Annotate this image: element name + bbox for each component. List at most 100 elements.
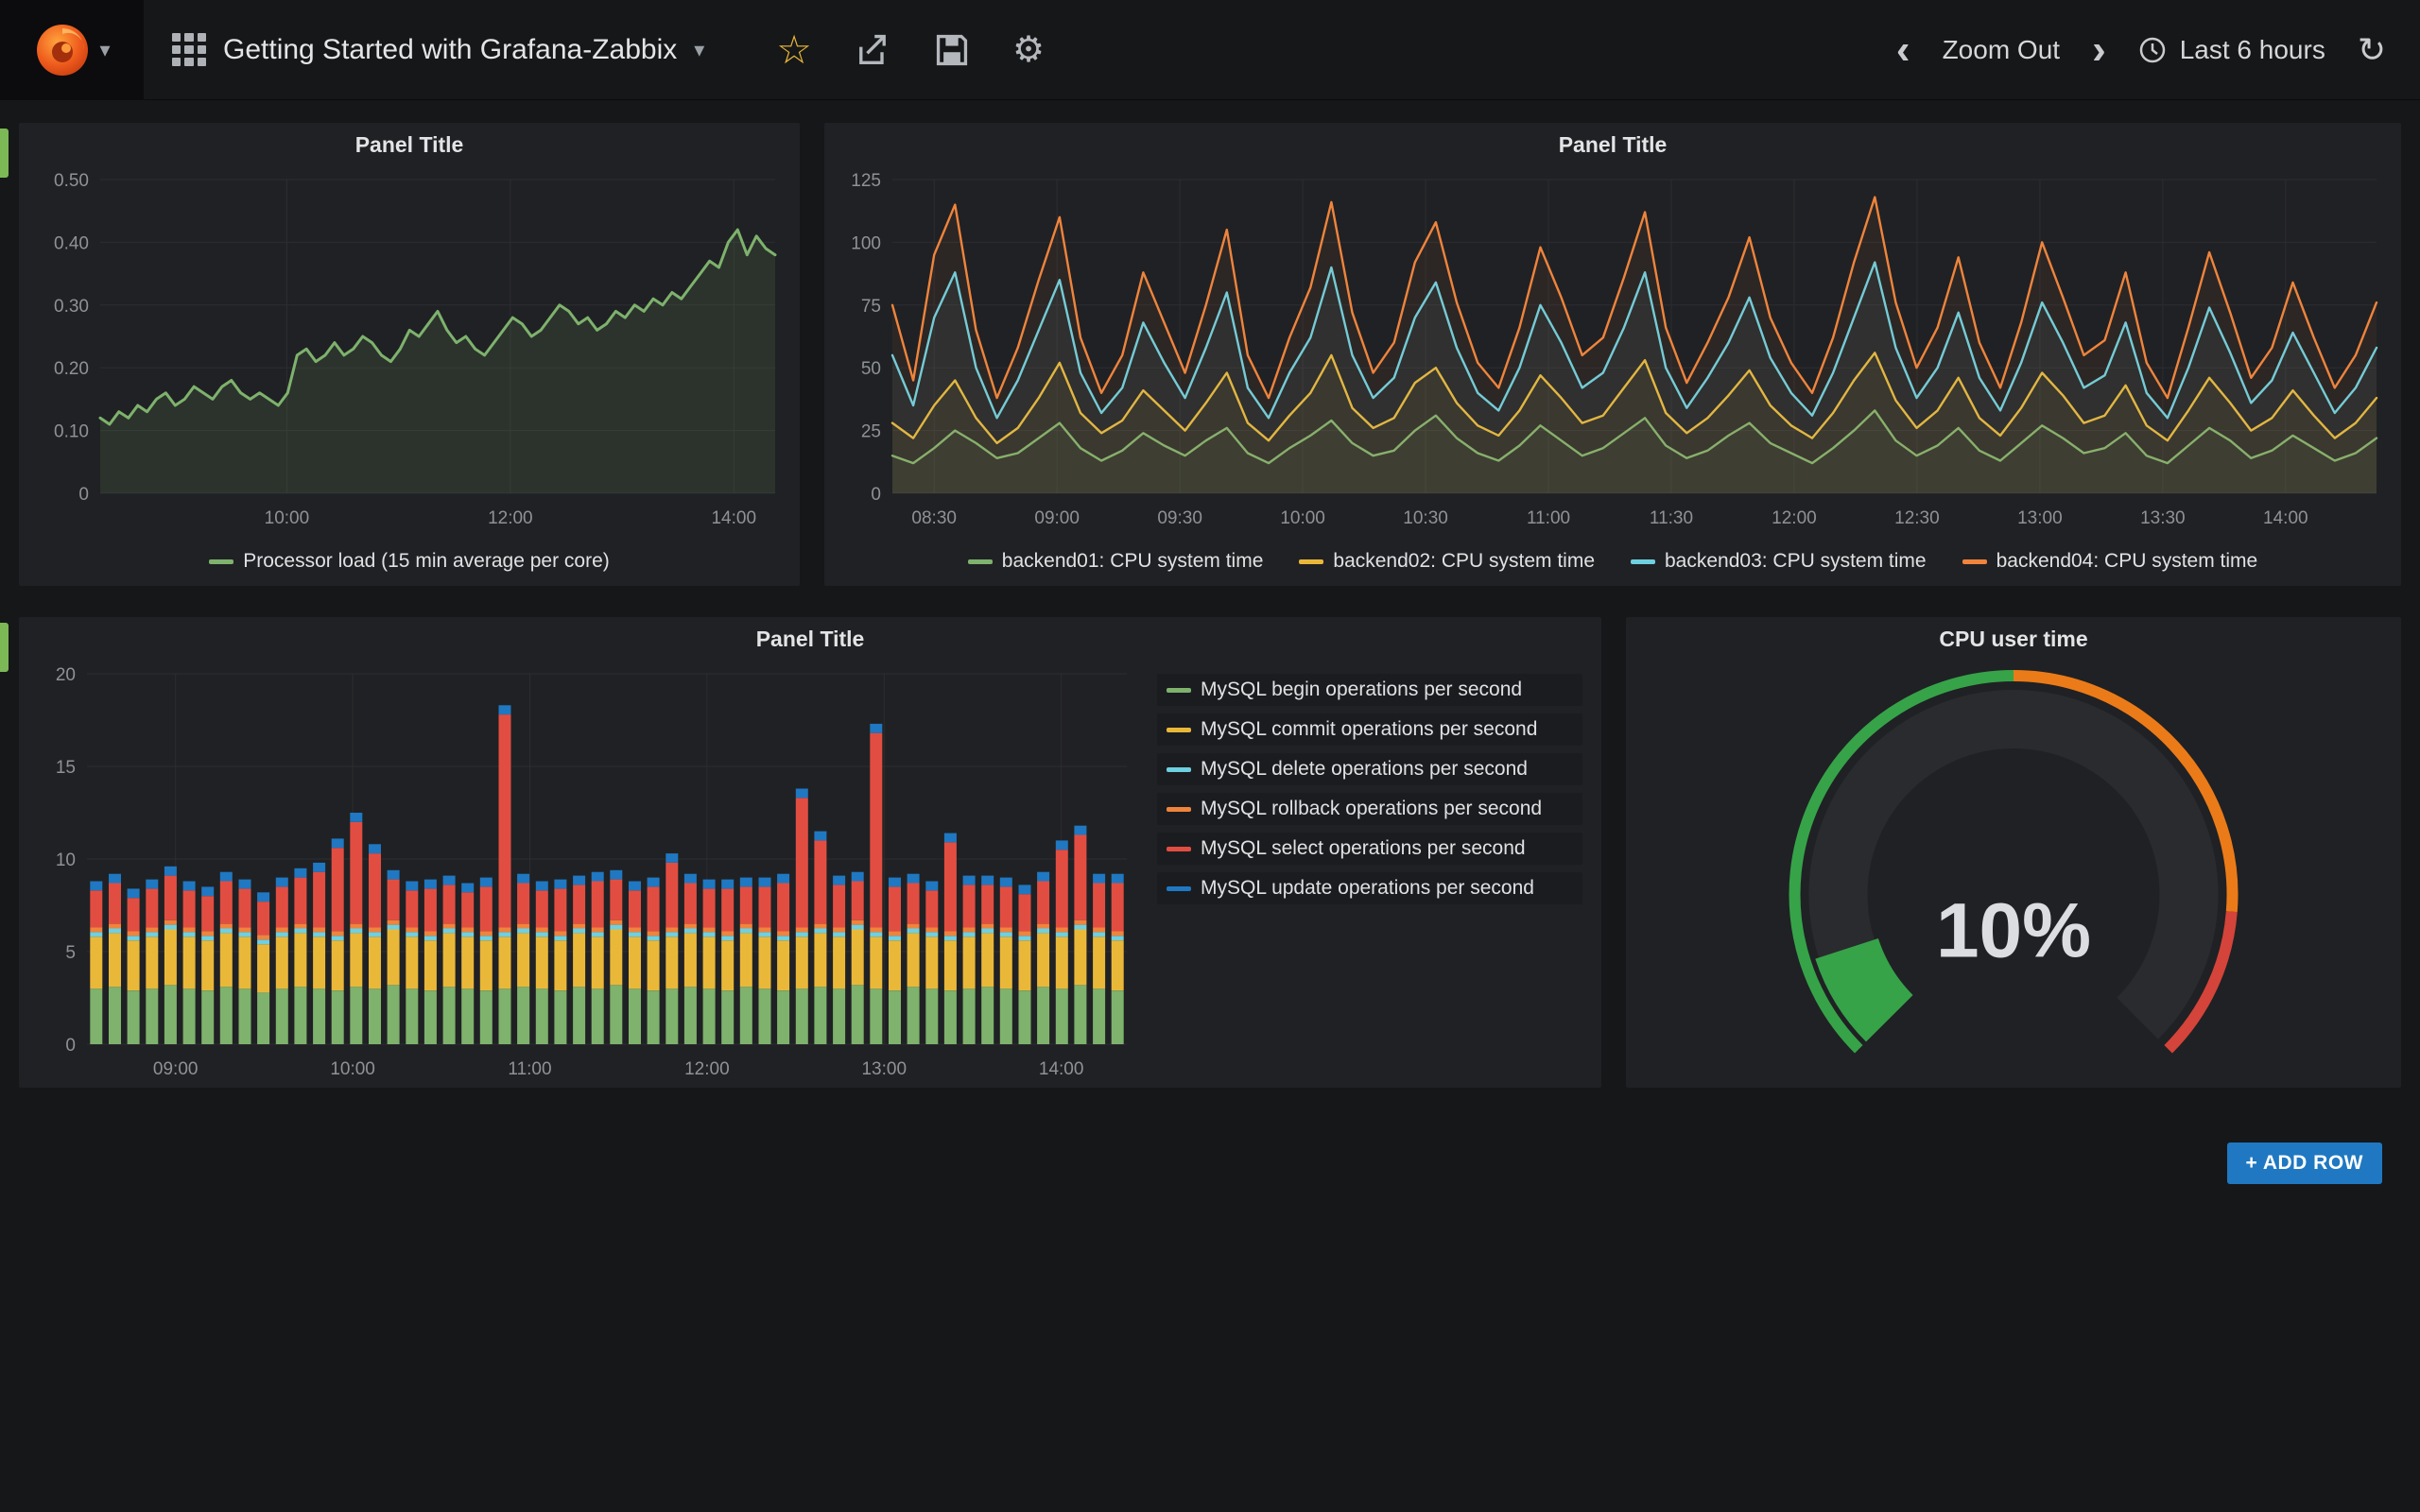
svg-text:0: 0 — [871, 485, 881, 505]
chart-legend: Processor load (15 min average per core) — [19, 537, 800, 586]
caret-down-icon: ▾ — [694, 40, 704, 60]
svg-text:100: 100 — [851, 233, 881, 253]
panel-processor-load: Panel Title 10:0012:0014:0000.100.200.30… — [19, 123, 800, 586]
legend-item[interactable]: MySQL commit operations per second — [1157, 713, 1582, 746]
panel-title[interactable]: CPU user time — [1626, 617, 2401, 661]
legend-color-dash — [1299, 559, 1323, 564]
svg-text:13:00: 13:00 — [2017, 508, 2063, 528]
dashboard-actions: ☆ ⚙ — [776, 30, 1045, 70]
clock-icon — [2138, 36, 2167, 64]
svg-text:20: 20 — [56, 665, 76, 685]
legend-label: MySQL rollback operations per second — [1201, 798, 1542, 820]
legend-color-dash — [1962, 559, 1987, 564]
mysql-operations-chart[interactable]: 09:0010:0011:0012:0013:0014:0005101520 — [34, 661, 1142, 1088]
panel-title[interactable]: Panel Title — [19, 617, 1601, 661]
dashboard-title: Getting Started with Grafana-Zabbix — [223, 34, 677, 66]
dashboard-row-1: Panel Title 10:0012:0014:0000.100.200.30… — [19, 123, 2401, 586]
row-toggle-handle[interactable] — [0, 623, 9, 672]
legend-label: MySQL begin operations per second — [1201, 679, 1522, 701]
legend-item[interactable]: Processor load (15 min average per core) — [209, 550, 610, 573]
add-row-button[interactable]: + ADD ROW — [2227, 1143, 2382, 1184]
svg-text:125: 125 — [851, 171, 881, 191]
dashboard-footer: + ADD ROW — [19, 1119, 2401, 1184]
chart-legend: MySQL begin operations per second MySQL c… — [1150, 661, 1594, 1088]
panel-mysql-operations: Panel Title 09:0010:0011:0012:0013:0014:… — [19, 617, 1601, 1088]
svg-text:0.10: 0.10 — [54, 422, 89, 442]
svg-text:12:00: 12:00 — [488, 508, 533, 528]
settings-icon[interactable]: ⚙ — [1012, 32, 1045, 68]
legend-color-dash — [1167, 847, 1191, 851]
share-icon[interactable] — [854, 31, 891, 69]
svg-text:10%: 10% — [1936, 888, 2091, 974]
svg-text:12:00: 12:00 — [1772, 508, 1817, 528]
legend-color-dash — [1167, 807, 1191, 812]
panel-title[interactable]: Panel Title — [824, 123, 2401, 166]
svg-text:10: 10 — [56, 850, 76, 870]
legend-item[interactable]: backend04: CPU system time — [1962, 550, 2258, 573]
svg-text:08:30: 08:30 — [911, 508, 957, 528]
svg-text:0.40: 0.40 — [54, 233, 89, 253]
legend-label: MySQL update operations per second — [1201, 877, 1534, 900]
svg-text:10:00: 10:00 — [1280, 508, 1325, 528]
grafana-logo-button[interactable]: ▾ — [0, 0, 144, 100]
svg-text:11:00: 11:00 — [508, 1059, 551, 1079]
dashboard-grid-icon — [172, 33, 206, 67]
time-range-label: Last 6 hours — [2180, 35, 2325, 65]
legend-label: MySQL select operations per second — [1201, 837, 1526, 860]
navbar: ▾ Getting Started with Grafana-Zabbix ▾ … — [0, 0, 2420, 100]
svg-text:0: 0 — [65, 1036, 76, 1056]
processor-load-chart[interactable]: 10:0012:0014:0000.100.200.300.400.50 — [26, 166, 792, 537]
legend-item[interactable]: MySQL delete operations per second — [1157, 753, 1582, 785]
cpu-system-chart[interactable]: 08:3009:0009:3010:0010:3011:0011:3012:00… — [832, 166, 2394, 537]
zoom-out-button[interactable]: Zoom Out — [1943, 35, 2060, 65]
time-picker-button[interactable]: Last 6 hours — [2138, 35, 2325, 65]
svg-text:5: 5 — [65, 943, 76, 963]
dashboard-picker-button[interactable]: Getting Started with Grafana-Zabbix ▾ — [144, 33, 733, 67]
legend-label: backend01: CPU system time — [1002, 550, 1264, 573]
legend-color-dash — [209, 559, 233, 564]
svg-text:14:00: 14:00 — [711, 508, 756, 528]
refresh-icon[interactable]: ↻ — [2358, 33, 2386, 67]
legend-item[interactable]: backend01: CPU system time — [968, 550, 1264, 573]
svg-text:0: 0 — [78, 485, 89, 505]
star-icon[interactable]: ☆ — [776, 30, 812, 70]
svg-text:14:00: 14:00 — [1039, 1059, 1084, 1079]
legend-label: backend02: CPU system time — [1333, 550, 1595, 573]
svg-text:10:30: 10:30 — [1403, 508, 1448, 528]
legend-color-dash — [1167, 886, 1191, 891]
svg-text:0.50: 0.50 — [54, 171, 89, 191]
svg-text:75: 75 — [861, 297, 881, 317]
legend-item[interactable]: MySQL update operations per second — [1157, 872, 1582, 904]
dashboard-row-2: Panel Title 09:0010:0011:0012:0013:0014:… — [19, 617, 2401, 1088]
panel-cpu-system: Panel Title 08:3009:0009:3010:0010:3011:… — [824, 123, 2401, 586]
dashboard-grid: Panel Title 10:0012:0014:0000.100.200.30… — [0, 100, 2420, 1184]
legend-color-dash — [1167, 767, 1191, 772]
legend-color-dash — [968, 559, 993, 564]
svg-text:09:30: 09:30 — [1157, 508, 1202, 528]
legend-label: backend04: CPU system time — [1996, 550, 2258, 573]
svg-text:13:00: 13:00 — [861, 1059, 907, 1079]
legend-item[interactable]: MySQL begin operations per second — [1157, 674, 1582, 706]
legend-item[interactable]: backend02: CPU system time — [1299, 550, 1595, 573]
caret-down-icon: ▾ — [99, 40, 110, 60]
legend-item[interactable]: MySQL select operations per second — [1157, 833, 1582, 865]
save-icon[interactable] — [933, 31, 971, 69]
row-toggle-handle[interactable] — [0, 129, 9, 178]
legend-label: Processor load (15 min average per core) — [243, 550, 610, 573]
svg-text:12:00: 12:00 — [684, 1059, 730, 1079]
panel-cpu-user-gauge: CPU user time 10% — [1626, 617, 2401, 1088]
chevron-left-icon[interactable]: ‹ — [1896, 33, 1910, 66]
svg-text:09:00: 09:00 — [153, 1059, 199, 1079]
panel-title[interactable]: Panel Title — [19, 123, 800, 166]
legend-item[interactable]: MySQL rollback operations per second — [1157, 793, 1582, 825]
chevron-right-icon[interactable]: › — [2092, 33, 2106, 66]
svg-text:13:30: 13:30 — [2140, 508, 2186, 528]
legend-label: MySQL delete operations per second — [1201, 758, 1528, 781]
cpu-user-gauge: 10% — [1641, 661, 2386, 1078]
legend-label: MySQL commit operations per second — [1201, 718, 1537, 741]
grafana-logo — [33, 21, 92, 79]
legend-item[interactable]: backend03: CPU system time — [1631, 550, 1927, 573]
svg-text:09:00: 09:00 — [1034, 508, 1080, 528]
svg-text:25: 25 — [861, 422, 881, 442]
svg-text:50: 50 — [861, 359, 881, 379]
